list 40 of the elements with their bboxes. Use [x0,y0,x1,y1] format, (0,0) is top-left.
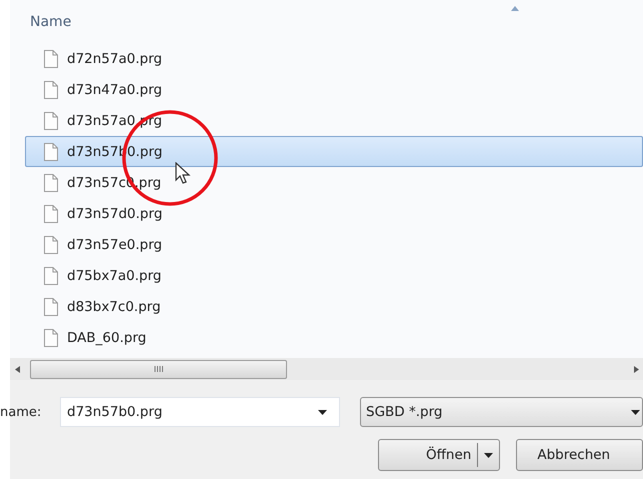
mouse-cursor-icon [175,162,191,186]
horizontal-scrollbar[interactable] [10,358,643,380]
column-header[interactable]: Name [30,14,72,30]
file-row[interactable]: d75bx7a0.prg [25,260,643,291]
file-row[interactable]: DAB_60.prg [25,322,643,353]
file-name: d83bx7c0.prg [67,298,161,314]
dropdown-caret-icon[interactable] [318,410,327,414]
file-icon [44,142,58,160]
file-row[interactable]: d73n57d0.prg [25,198,643,229]
file-name: DAB_60.prg [67,330,146,346]
file-icon [44,236,58,254]
file-row[interactable]: d73n57e0.prg [25,229,643,260]
file-type-dropdown[interactable]: SGBD *.prg [360,397,643,427]
file-row[interactable]: d83bx7c0.prg [25,291,643,322]
file-icon [44,298,58,316]
dropdown-caret-icon[interactable] [631,410,640,414]
file-icon [44,328,58,346]
scroll-right-icon[interactable] [634,366,639,372]
file-name: d73n47a0.prg [67,82,162,98]
file-icon [44,174,58,192]
file-row[interactable]: d73n47a0.prg [25,74,643,105]
file-name: d73n57d0.prg [67,206,162,222]
sort-arrow-icon [510,5,520,11]
file-icon [44,50,58,68]
dropdown-caret-icon[interactable] [484,452,494,458]
filename-field[interactable]: d73n57b0.prg [60,397,340,427]
scroll-thumb[interactable] [30,360,287,378]
filename-label: name: [0,404,42,420]
open-button[interactable]: Öffnen [378,439,500,471]
file-row[interactable]: d72n57a0.prg [25,43,643,74]
file-icon [44,204,58,222]
file-icon [44,80,58,98]
grip-icon [154,366,163,372]
file-icon [44,266,58,284]
scroll-left-icon[interactable] [15,366,20,372]
cancel-button[interactable]: Abbrechen [516,439,643,471]
file-name: d72n57a0.prg [67,50,162,66]
file-icon [44,112,58,130]
file-name: d75bx7a0.prg [67,268,162,284]
file-name: d73n57e0.prg [67,236,162,252]
